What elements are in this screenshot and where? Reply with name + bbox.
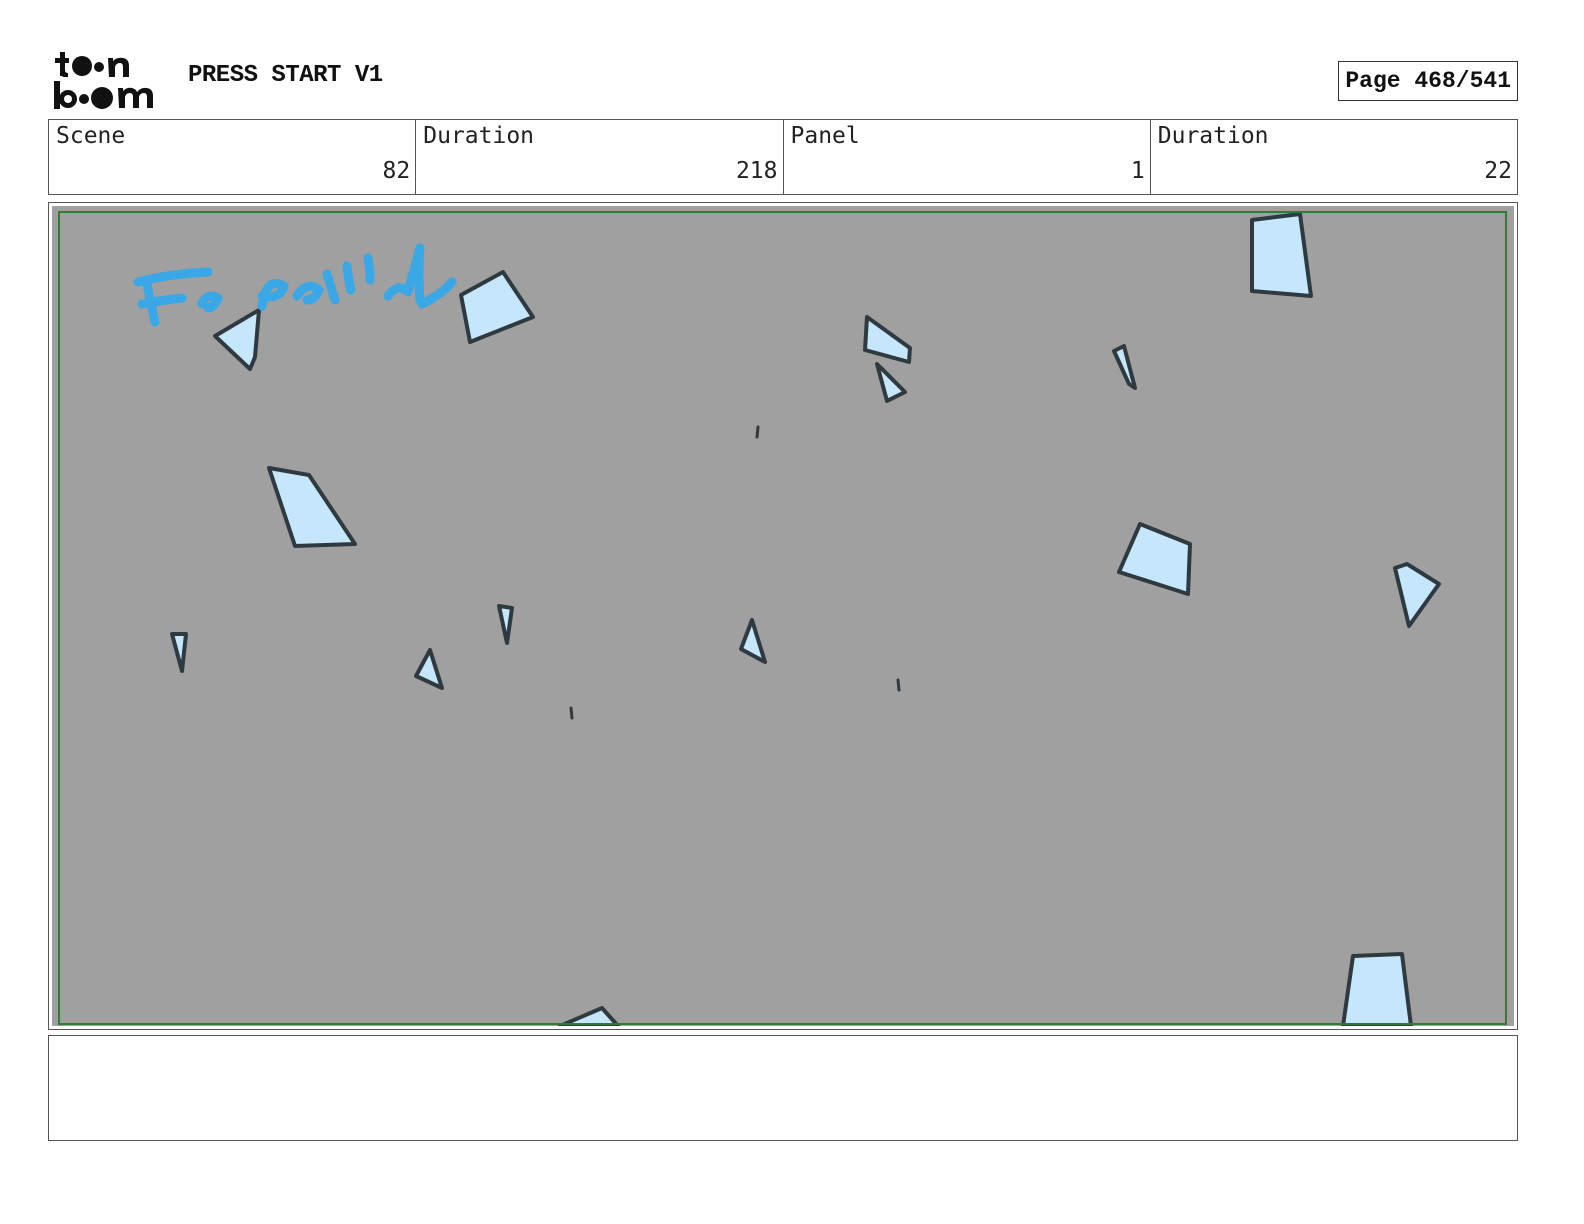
panel-duration-value: 22 (1484, 158, 1512, 184)
shard (1117, 522, 1192, 596)
shard (1341, 952, 1413, 1026)
scene-duration-label: Duration (423, 123, 535, 149)
shard (558, 1006, 620, 1026)
page-label: Page (1345, 68, 1401, 94)
panel-duration-label: Duration (1157, 123, 1269, 149)
scene-duration-cell: Duration 218 (416, 120, 784, 194)
toonboom-logo (54, 52, 153, 109)
handwritten-fx-note (133, 243, 457, 327)
page-indicator: Page 468/541 (1338, 61, 1518, 101)
panel-drawing (52, 206, 1514, 1026)
shard (267, 466, 357, 548)
shard (1250, 212, 1313, 298)
caption-box[interactable] (48, 1035, 1518, 1141)
shard (497, 604, 514, 645)
shard (459, 270, 535, 344)
panel-label: Panel (790, 123, 860, 149)
page-number: 468/541 (1414, 68, 1511, 94)
storyboard-panel (48, 202, 1518, 1030)
shard (414, 648, 444, 690)
project-title: PRESS START V1 (188, 62, 383, 89)
panel-value: 1 (1130, 158, 1145, 184)
scene-cell: Scene 82 (49, 120, 417, 194)
shard (1112, 344, 1137, 390)
scene-info-table: Scene 82 Duration 218 Panel 1 Duration 2… (48, 119, 1518, 195)
scene-value: 82 (382, 158, 411, 184)
shard (213, 308, 261, 371)
shard (863, 315, 912, 364)
shard (1393, 562, 1441, 628)
panel-cell: Panel 1 (784, 120, 1151, 194)
scene-label: Scene (56, 123, 126, 149)
shard (170, 632, 188, 673)
particle-sketch (133, 212, 1441, 1026)
panel-duration-cell: Duration 22 (1151, 120, 1517, 194)
shard (875, 362, 907, 403)
scene-duration-value: 218 (735, 158, 778, 184)
shard (739, 618, 767, 664)
